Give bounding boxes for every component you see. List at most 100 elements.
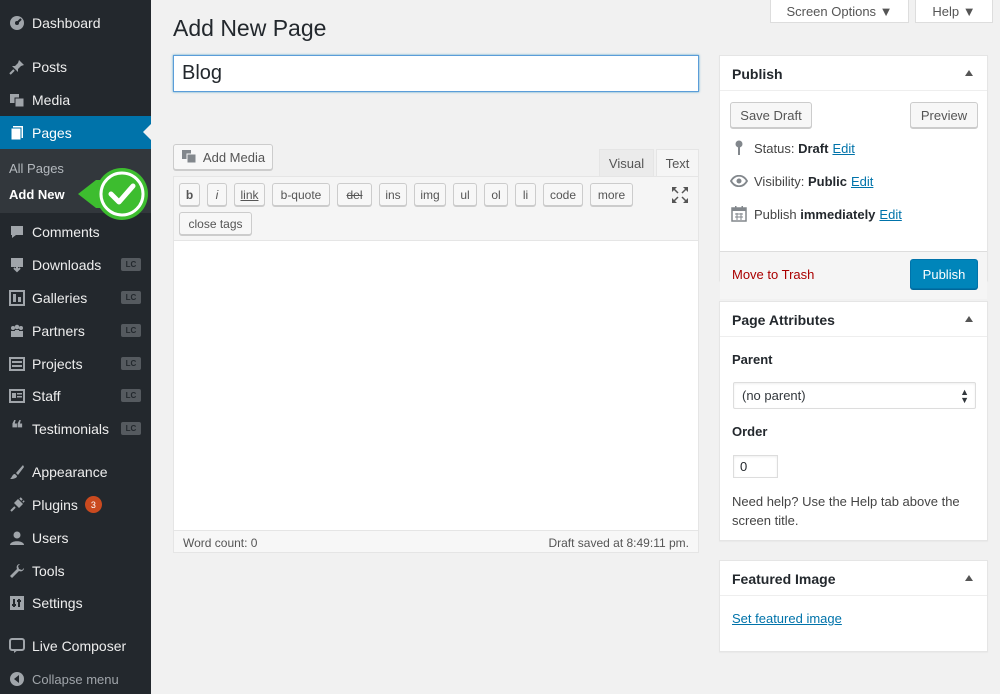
lc-badge: LC <box>121 357 141 370</box>
word-count: Word count: 0 <box>183 536 258 550</box>
menu-dashboard-label: Dashboard <box>32 14 101 31</box>
brush-icon <box>8 463 26 481</box>
menu-users-label: Users <box>32 529 69 546</box>
settings-icon <box>8 594 26 612</box>
save-draft-button[interactable]: Save Draft <box>730 102 812 128</box>
lc-badge: LC <box>121 324 141 337</box>
projects-icon <box>8 355 26 373</box>
menu-appearance-label: Appearance <box>32 463 108 480</box>
eye-icon <box>730 172 748 190</box>
menu-partners[interactable]: Partners LC <box>0 314 151 347</box>
collapse-menu-button[interactable]: Collapse menu <box>0 664 151 694</box>
page-attributes-help: Need help? Use the Help tab above the sc… <box>732 494 960 528</box>
menu-settings[interactable]: Settings <box>0 586 151 619</box>
featured-image-title: Featured Image <box>732 571 836 587</box>
parent-label: Parent <box>732 352 773 367</box>
edit-status-link[interactable]: Edit <box>832 141 854 156</box>
order-input[interactable]: 0 <box>733 455 778 478</box>
content-editor: b i link b-quote del ins img ul ol li co… <box>173 176 699 553</box>
qt-bquote-button[interactable]: b-quote <box>272 183 330 206</box>
set-featured-image-link[interactable]: Set featured image <box>732 611 842 626</box>
qt-li-button[interactable]: li <box>515 183 536 206</box>
tab-visual[interactable]: Visual <box>599 149 654 177</box>
menu-media[interactable]: Media <box>0 83 151 116</box>
page-attributes-header[interactable]: Page Attributes <box>720 302 987 337</box>
qt-code-button[interactable]: code <box>543 183 583 206</box>
collapse-arrow-icon <box>8 670 26 688</box>
edit-visibility-link[interactable]: Edit <box>851 174 873 189</box>
publish-box-title: Publish <box>732 66 783 82</box>
menu-staff[interactable]: Staff LC <box>0 379 151 412</box>
collapse-toggle-icon[interactable] <box>965 316 973 322</box>
publish-label: Publish <box>754 206 797 222</box>
submenu-add-new[interactable]: Add New <box>9 187 65 202</box>
menu-projects[interactable]: Projects LC <box>0 347 151 380</box>
groups-icon <box>8 322 26 340</box>
menu-testimonials[interactable]: ❝ Testimonials LC <box>0 412 151 445</box>
menu-live-composer-label: Live Composer <box>32 637 127 654</box>
menu-galleries-label: Galleries <box>32 289 88 306</box>
editor-textarea[interactable] <box>174 241 698 530</box>
page-title: Add New Page <box>173 15 327 41</box>
menu-live-composer[interactable]: Live Composer <box>0 629 151 662</box>
qt-close-tags-button[interactable]: close tags <box>179 212 252 235</box>
visibility-value: Public <box>807 173 847 189</box>
visibility-label: Visibility: <box>754 173 805 189</box>
media-icon <box>181 148 197 167</box>
live-composer-icon <box>8 637 26 655</box>
menu-partners-label: Partners <box>32 322 85 339</box>
menu-testimonials-label: Testimonials <box>32 420 110 437</box>
screen-options-button[interactable]: Screen Options ▼ <box>770 0 909 23</box>
menu-tools[interactable]: Tools <box>0 554 151 587</box>
dashboard-icon <box>8 14 26 32</box>
collapse-toggle-icon[interactable] <box>965 575 973 581</box>
move-to-trash-link[interactable]: Move to Trash <box>732 267 814 282</box>
plugins-update-count: 3 <box>84 496 102 513</box>
edit-publish-time-link[interactable]: Edit <box>879 207 901 222</box>
menu-projects-label: Projects <box>32 355 83 372</box>
menu-plugins[interactable]: Plugins 3 <box>0 488 151 521</box>
id-card-icon <box>8 387 26 405</box>
menu-users[interactable]: Users <box>0 521 151 554</box>
page-title-input[interactable] <box>173 55 699 92</box>
menu-downloads-label: Downloads <box>32 256 102 273</box>
select-arrows-icon: ▲ ▼ <box>960 387 969 405</box>
tab-text[interactable]: Text <box>656 149 699 177</box>
qt-bold-button[interactable]: b <box>179 183 200 206</box>
menu-galleries[interactable]: Galleries LC <box>0 281 151 314</box>
publish-box-header[interactable]: Publish <box>720 56 987 91</box>
featured-image-header[interactable]: Featured Image <box>720 561 987 596</box>
menu-appearance[interactable]: Appearance <box>0 455 151 488</box>
submenu-all-pages[interactable]: All Pages <box>9 161 64 176</box>
menu-posts[interactable]: Posts <box>0 50 151 83</box>
menu-plugins-label: Plugins <box>32 496 78 513</box>
menu-downloads[interactable]: Downloads LC <box>0 248 151 281</box>
order-label: Order <box>732 424 768 439</box>
parent-select[interactable]: (no parent) ▲ ▼ <box>733 382 976 409</box>
menu-media-label: Media <box>32 91 71 108</box>
menu-comments-label: Comments <box>32 223 100 240</box>
add-media-label: Add Media <box>202 149 266 165</box>
visibility-row: Visibility: Public Edit <box>730 172 873 190</box>
qt-img-button[interactable]: img <box>414 183 446 206</box>
qt-more-button[interactable]: more <box>590 183 633 206</box>
menu-pages-label: Pages <box>32 124 72 141</box>
collapse-toggle-icon[interactable] <box>965 70 973 76</box>
publish-button[interactable]: Publish <box>910 259 978 289</box>
qt-ol-button[interactable]: ol <box>484 183 508 206</box>
menu-dashboard[interactable]: Dashboard <box>0 6 151 39</box>
qt-del-button[interactable]: del <box>337 183 372 206</box>
lc-badge: LC <box>121 422 141 435</box>
qt-ul-button[interactable]: ul <box>453 183 477 206</box>
status-value: Draft <box>798 140 829 156</box>
qt-italic-button[interactable]: i <box>207 183 227 206</box>
add-media-button[interactable]: Add Media <box>173 144 273 170</box>
preview-button[interactable]: Preview <box>910 102 978 128</box>
qt-link-button[interactable]: link <box>234 183 265 206</box>
qt-ins-button[interactable]: ins <box>379 183 407 206</box>
menu-pages[interactable]: Pages <box>0 116 151 149</box>
quicktags-toolbar: b i link b-quote del ins img ul ol li co… <box>174 177 698 241</box>
help-button[interactable]: Help ▼ <box>915 0 993 23</box>
fullscreen-icon[interactable] <box>670 185 690 205</box>
plugin-icon <box>8 496 26 514</box>
